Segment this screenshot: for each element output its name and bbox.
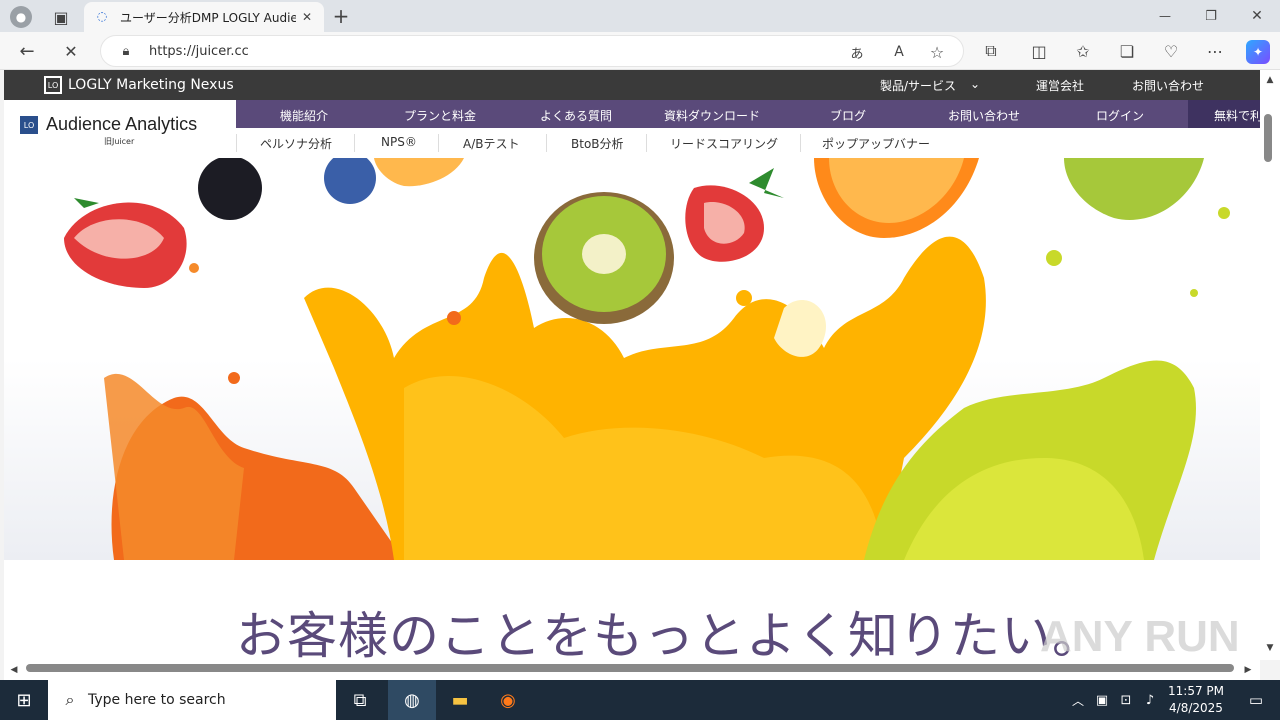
- address-bar[interactable]: 🔒︎ https://juicer.cc あ A ☆: [100, 35, 964, 67]
- scroll-right-icon[interactable]: ▶: [1242, 664, 1254, 676]
- clock-date: 4/8/2025: [1169, 701, 1223, 715]
- extensions-icon[interactable]: ⧉: [980, 40, 1002, 62]
- chevron-down-icon[interactable]: ⌄: [970, 77, 980, 91]
- scroll-down-icon[interactable]: ▼: [1264, 642, 1276, 654]
- audience-analytics-logo[interactable]: LO Audience Analytics 旧Juicer: [20, 114, 230, 154]
- sub-nav: ペルソナ分析 NPS® A/Bテスト BtoB分析 リードスコアリング ポップア…: [236, 130, 1260, 156]
- volume-icon[interactable]: ♪: [1138, 680, 1162, 720]
- profile-icon[interactable]: ●: [10, 6, 32, 28]
- tab-close-icon[interactable]: ✕: [298, 8, 316, 26]
- loading-spinner-icon: ◌: [96, 9, 108, 23]
- favorite-star-icon[interactable]: ☆: [927, 42, 947, 62]
- logo-subtitle: 旧Juicer: [104, 137, 135, 146]
- topbar-brand-text: LOGLY Marketing Nexus: [68, 77, 234, 93]
- nav-features[interactable]: 機能紹介: [280, 107, 328, 124]
- main-nav: 機能紹介 プランと料金 よくある質問 資料ダウンロード ブログ お問い合わせ ロ…: [236, 100, 1260, 128]
- notifications-icon[interactable]: ▭: [1232, 680, 1280, 720]
- copilot-icon[interactable]: ✦: [1246, 40, 1270, 64]
- read-aloud-icon[interactable]: A: [889, 42, 909, 62]
- topbar-brand[interactable]: LO LOGLY Marketing Nexus: [44, 76, 234, 94]
- clock-time: 11:57 PM: [1168, 684, 1224, 698]
- subnav-nps[interactable]: NPS®: [381, 135, 417, 149]
- divider: [800, 134, 801, 152]
- logo-mark-icon: LO: [20, 116, 38, 134]
- subnav-ab-test[interactable]: A/Bテスト: [463, 135, 520, 152]
- taskbar-search-box[interactable]: ⌕ Type here to search: [48, 680, 336, 720]
- subnav-btob[interactable]: BtoB分析: [571, 135, 624, 152]
- back-icon[interactable]: ←: [16, 40, 38, 62]
- collections-icon[interactable]: ❏: [1116, 40, 1138, 62]
- site-topbar: LO LOGLY Marketing Nexus 製品/サービス ⌄ 運営会社 …: [4, 70, 1260, 100]
- edge-browser-icon[interactable]: ◍: [388, 680, 436, 720]
- taskbar: ⊞ ⌕ Type here to search ⧉ ◍ ▬ ◉ ︿ ▣ ⊡ ♪ …: [0, 680, 1280, 720]
- divider: [646, 134, 647, 152]
- browser-tab-bar: ● ▣ ◌ ユーザー分析DMP LOGLY Audience ✕ + — ❐ ✕: [0, 0, 1280, 32]
- tab-active[interactable]: ◌ ユーザー分析DMP LOGLY Audience ✕: [84, 2, 324, 32]
- divider: [236, 134, 237, 152]
- scroll-up-icon[interactable]: ▲: [1264, 74, 1276, 86]
- lock-icon[interactable]: 🔒︎: [117, 42, 135, 60]
- topbar-company-link[interactable]: 運営会社: [1036, 77, 1084, 94]
- hero-tagline: お客様のことをもっとよく知りたい。: [236, 607, 1103, 660]
- logly-logo-icon: LO: [44, 76, 62, 94]
- stop-loading-icon[interactable]: ✕: [60, 40, 82, 62]
- nav-pricing[interactable]: プランと料金: [404, 107, 476, 124]
- translate-icon[interactable]: あ: [847, 42, 867, 62]
- nav-blog[interactable]: ブログ: [830, 107, 866, 124]
- network-icon[interactable]: ⊡: [1114, 680, 1138, 720]
- nav-contact[interactable]: お問い合わせ: [948, 107, 1020, 124]
- nav-login[interactable]: ログイン: [1096, 107, 1144, 124]
- show-hidden-icons-icon[interactable]: ︿: [1066, 680, 1090, 720]
- divider: [546, 134, 547, 152]
- more-menu-icon[interactable]: ⋯: [1204, 40, 1226, 62]
- task-view-icon[interactable]: ⧉: [336, 680, 384, 720]
- free-trial-button[interactable]: 無料で利: [1188, 100, 1260, 128]
- subnav-lead-scoring[interactable]: リードスコアリング: [670, 135, 778, 152]
- anyrun-watermark: ANY RUN: [1040, 612, 1240, 660]
- minimize-button[interactable]: —: [1154, 4, 1176, 28]
- nav-downloads[interactable]: 資料ダウンロード: [664, 107, 760, 124]
- scroll-left-icon[interactable]: ◀: [8, 664, 20, 676]
- favorites-icon[interactable]: ✩: [1072, 40, 1094, 62]
- windows-start-icon[interactable]: ⊞: [0, 680, 48, 720]
- divider: [354, 134, 355, 152]
- split-screen-icon[interactable]: ◫: [1028, 40, 1050, 62]
- horizontal-scroll-thumb[interactable]: [26, 664, 1234, 672]
- file-explorer-icon[interactable]: ▬: [436, 680, 484, 720]
- search-icon: ⌕: [65, 690, 75, 709]
- divider: [438, 134, 439, 152]
- subnav-popup-banner[interactable]: ポップアップバナー: [822, 135, 930, 152]
- meet-now-icon[interactable]: ▣: [1090, 680, 1114, 720]
- url-text[interactable]: https://juicer.cc: [149, 44, 249, 59]
- taskbar-clock[interactable]: 11:57 PM 4/8/2025: [1164, 683, 1228, 717]
- topbar-products-link[interactable]: 製品/サービス: [880, 77, 956, 94]
- browser-toolbar: ← ✕ 🔒︎ https://juicer.cc あ A ☆ ⧉ ◫ ✩ ❏ ♡…: [0, 32, 1280, 70]
- logo-name: Audience Analytics: [46, 114, 198, 134]
- juice-splash-illustration: [54, 158, 1230, 560]
- window-close-button[interactable]: ✕: [1246, 4, 1268, 28]
- search-placeholder: Type here to search: [88, 692, 226, 708]
- nav-faq[interactable]: よくある質問: [540, 107, 612, 124]
- restore-button[interactable]: ❐: [1200, 4, 1222, 28]
- new-tab-button[interactable]: +: [330, 4, 352, 28]
- hero-image: [4, 158, 1260, 560]
- tab-actions-icon[interactable]: ▣: [50, 6, 72, 28]
- tab-title: ユーザー分析DMP LOGLY Audience: [120, 11, 296, 25]
- topbar-contact-link[interactable]: お問い合わせ: [1132, 77, 1204, 94]
- web-page: LO LOGLY Marketing Nexus 製品/サービス ⌄ 運営会社 …: [4, 70, 1260, 660]
- subnav-persona[interactable]: ペルソナ分析: [260, 135, 332, 152]
- firefox-icon[interactable]: ◉: [484, 680, 532, 720]
- browser-essentials-icon[interactable]: ♡: [1160, 40, 1182, 62]
- vertical-scroll-thumb[interactable]: [1264, 114, 1272, 162]
